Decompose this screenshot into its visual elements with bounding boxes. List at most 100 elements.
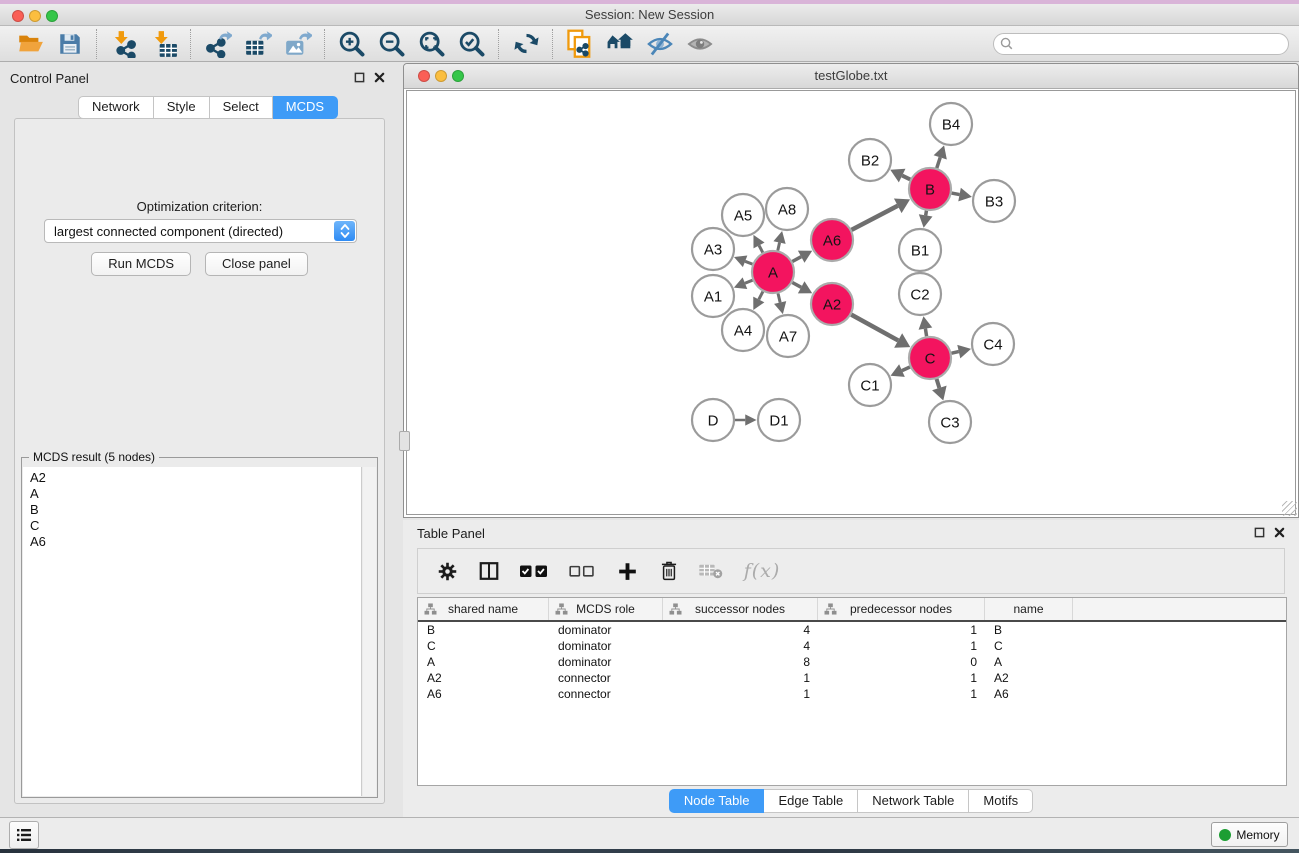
cell-name: A2: [985, 670, 1073, 686]
tab-edge-table[interactable]: Edge Table: [764, 789, 858, 813]
graph-edge-C-C2[interactable]: [925, 329, 926, 337]
graph-edge-A-A7[interactable]: [778, 293, 780, 302]
apply-layout-button[interactable]: [506, 28, 546, 60]
table-row[interactable]: Adominator80A: [418, 654, 1286, 670]
graph-edge-C-C1[interactable]: [902, 367, 910, 371]
resize-grip-icon[interactable]: [1282, 501, 1297, 516]
task-history-button[interactable]: [9, 821, 39, 849]
result-item[interactable]: C: [30, 518, 361, 534]
zoom-out-button[interactable]: [372, 28, 412, 60]
cell-name: C: [985, 638, 1073, 654]
graph-edge-B-B4[interactable]: [937, 157, 940, 168]
show-all-button[interactable]: [680, 28, 720, 60]
float-panel-icon[interactable]: [354, 72, 365, 83]
table-row[interactable]: A2connector11A2: [418, 670, 1286, 686]
delete-table-button[interactable]: [698, 558, 724, 584]
search-input[interactable]: [993, 33, 1289, 55]
float-panel-icon[interactable]: [1254, 527, 1265, 538]
graph-edge-B-B1[interactable]: [926, 211, 927, 216]
tab-motifs[interactable]: Motifs: [969, 789, 1033, 813]
export-network-button[interactable]: [198, 28, 238, 60]
export-image-button[interactable]: [278, 28, 318, 60]
tab-style[interactable]: Style: [154, 96, 210, 119]
close-panel-icon[interactable]: [374, 72, 385, 83]
tab-network[interactable]: Network: [78, 96, 154, 119]
result-item[interactable]: A: [30, 486, 361, 502]
zoom-out-icon: [378, 30, 406, 58]
graph-edge-B-B3[interactable]: [952, 193, 960, 194]
column-header-name[interactable]: name: [985, 598, 1073, 620]
first-neighbors-button[interactable]: [600, 28, 640, 60]
cell-MCDS-role: dominator: [549, 638, 663, 654]
graph-edge-A-A6[interactable]: [792, 257, 801, 262]
column-header-MCDS-role[interactable]: MCDS role: [549, 598, 663, 620]
graph-edge-A-A2[interactable]: [792, 282, 801, 287]
graph-edge-A-A1[interactable]: [745, 280, 753, 283]
graph-edge-C-C3[interactable]: [937, 379, 940, 388]
open-session-button[interactable]: [10, 28, 50, 60]
export-table-button[interactable]: [238, 28, 278, 60]
hide-selected-button[interactable]: [640, 28, 680, 60]
column-header-predecessor-nodes[interactable]: predecessor nodes: [818, 598, 985, 620]
graph-edge-A-A4[interactable]: [759, 292, 763, 300]
mcds-result-list[interactable]: A2ABCA6: [23, 467, 362, 796]
network-window-titlebar[interactable]: testGlobe.txt: [404, 64, 1298, 89]
tab-node-table[interactable]: Node Table: [669, 789, 765, 813]
column-header-label: name: [985, 602, 1072, 616]
column-header-successor-nodes[interactable]: successor nodes: [663, 598, 818, 620]
graph-node-label: A1: [704, 289, 722, 306]
run-mcds-button[interactable]: Run MCDS: [91, 252, 191, 276]
tab-network-table[interactable]: Network Table: [858, 789, 969, 813]
result-item[interactable]: B: [30, 502, 361, 518]
memory-button[interactable]: Memory: [1211, 822, 1288, 847]
import-network-button[interactable]: [104, 28, 144, 60]
tab-mcds[interactable]: MCDS: [273, 96, 338, 119]
table-row[interactable]: A6connector11A6: [418, 686, 1286, 702]
zoom-fit-icon: [418, 30, 446, 58]
zoom-fit-button[interactable]: [412, 28, 452, 60]
result-scrollbar[interactable]: [363, 467, 376, 796]
zoom-selected-button[interactable]: [452, 28, 492, 60]
select-all-button[interactable]: [518, 558, 550, 584]
graph-edge-A-A5[interactable]: [759, 245, 763, 252]
graph-node-label: C4: [983, 337, 1002, 354]
table-mode-button[interactable]: [434, 558, 460, 584]
zoom-in-button[interactable]: [332, 28, 372, 60]
table-row[interactable]: Cdominator41C: [418, 638, 1286, 654]
splitter-grip[interactable]: [399, 431, 410, 451]
delete-table-icon: [698, 562, 724, 580]
graph-edge-C-C4[interactable]: [951, 352, 958, 354]
graph-node-label: B3: [985, 194, 1003, 211]
result-item[interactable]: A2: [30, 470, 361, 486]
houses-icon: [605, 29, 635, 59]
graph-edge-A-A8[interactable]: [778, 243, 780, 251]
result-item[interactable]: A6: [30, 534, 361, 550]
zoom-selected-icon: [458, 30, 486, 58]
optimization-criterion-dropdown[interactable]: largest connected component (directed): [44, 219, 357, 243]
cell-MCDS-role: dominator: [549, 622, 663, 638]
function-builder-button[interactable]: f(x): [740, 558, 784, 584]
cell-predecessor-nodes: 0: [818, 654, 985, 670]
delete-column-button[interactable]: [656, 558, 682, 584]
table-row[interactable]: Bdominator41B: [418, 622, 1286, 638]
new-network-from-selection-button[interactable]: [560, 28, 600, 60]
save-floppy-icon: [57, 31, 83, 57]
cell-MCDS-role: connector: [549, 670, 663, 686]
graph-edge-A-A3[interactable]: [745, 261, 752, 264]
add-column-button[interactable]: [614, 558, 640, 584]
tab-select[interactable]: Select: [210, 96, 273, 119]
network-canvas[interactable]: B4B2BB3A5A8A6A3B1AA1C2A2A4A7CC4C1C3DD1: [406, 90, 1296, 515]
graph-edge-B-B2[interactable]: [902, 176, 910, 180]
close-panel-button[interactable]: Close panel: [205, 252, 308, 276]
zoom-in-icon: [338, 30, 366, 58]
column-header-shared-name[interactable]: shared name: [418, 598, 549, 620]
graph-edge-A2-C[interactable]: [851, 315, 898, 341]
network-graph: B4B2BB3A5A8A6A3B1AA1C2A2A4A7CC4C1C3DD1: [407, 91, 1297, 517]
import-table-button[interactable]: [144, 28, 184, 60]
deselect-all-button[interactable]: [566, 558, 598, 584]
save-session-button[interactable]: [50, 28, 90, 60]
graph-edge-A6-B[interactable]: [852, 206, 898, 230]
close-panel-icon[interactable]: [1274, 527, 1285, 538]
show-columns-button[interactable]: [476, 558, 502, 584]
export-table-icon: [244, 30, 272, 58]
